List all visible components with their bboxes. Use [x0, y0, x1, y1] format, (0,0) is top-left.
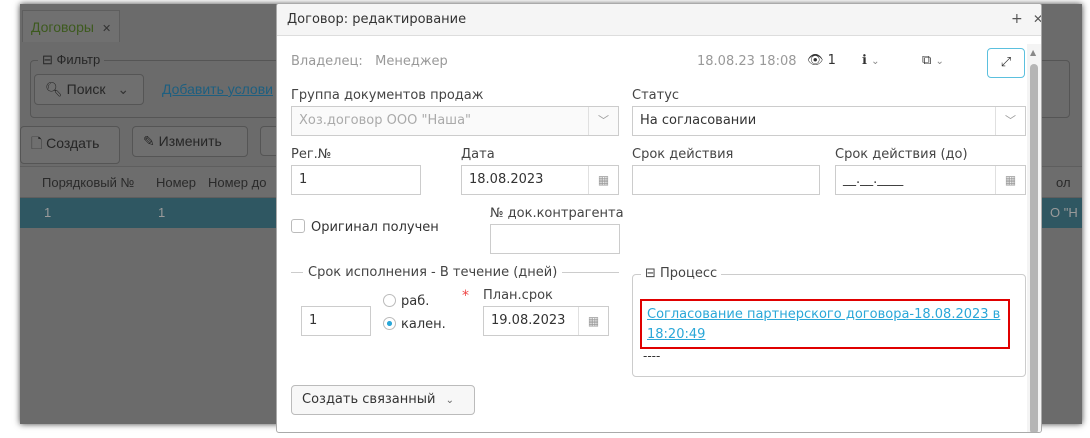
chevron-down-icon[interactable]: ﹀ [995, 107, 1025, 135]
add-condition-link[interactable]: Добавить услови [162, 81, 273, 97]
cell: 1 [158, 205, 166, 220]
copy-menu[interactable]: ⧉ ⌄ [922, 53, 944, 68]
sales-group-select[interactable]: Хоз.договор ООО "Наша" ﹀ [291, 106, 619, 136]
tab-label: Договоры [31, 19, 94, 35]
views-count: 1 [827, 53, 836, 68]
chevron-down-icon[interactable]: ﹀ [588, 107, 618, 135]
process-label: Процесс [660, 266, 718, 281]
date-input[interactable]: 18.08.2023 ▦ [461, 165, 619, 195]
search-button[interactable]: 🔍︎ Поиск ⌄ [34, 74, 144, 105]
scroll-up-icon[interactable]: ▲ [1030, 48, 1036, 57]
timestamp: 18.08.23 18:08 [697, 54, 797, 69]
original-checkbox[interactable]: Оригинал получен [291, 219, 439, 235]
process-extra: ---- [643, 349, 661, 363]
checkbox-box[interactable] [291, 219, 305, 233]
calendar-icon[interactable]: ▦ [588, 166, 618, 194]
required-mark: * [462, 288, 469, 304]
original-label: Оригинал получен [311, 220, 439, 235]
close-icon[interactable]: ✕ [1033, 12, 1041, 26]
tab-contracts[interactable]: Договоры ✕ [22, 10, 120, 42]
owner-value: Менеджер [375, 54, 448, 69]
radio-work-label: раб. [401, 294, 430, 309]
file-icon: 🗋 [31, 135, 43, 151]
radio-circle[interactable] [383, 294, 396, 307]
expand-button[interactable]: ⤢ [987, 48, 1025, 78]
pencil-icon: ✎ [143, 133, 155, 149]
status-label: Статус [632, 88, 680, 103]
filter-label: Фильтр [56, 52, 101, 67]
edit-label: Изменить [158, 133, 222, 149]
plan-label: План.срок [483, 288, 553, 303]
validity-label: Срок действия [632, 147, 734, 162]
scrollbar-thumb[interactable] [1030, 64, 1038, 432]
scrollbar[interactable]: ▲ [1027, 44, 1041, 432]
sales-group-label: Группа документов продаж [291, 88, 484, 103]
owner-label: Владелец: [291, 54, 363, 69]
validity-to-label: Срок действия (до) [835, 147, 968, 162]
dialog-title: Договор: редактирование [287, 12, 467, 27]
counterparty-doc-input[interactable] [490, 224, 620, 254]
validity-to-input[interactable]: __.__.____ ▦ [835, 165, 1026, 195]
process-link[interactable]: Согласование партнерского договора-18.08… [647, 307, 1000, 342]
plus-icon[interactable]: + [1011, 11, 1023, 27]
contract-edit-dialog: Договор: редактирование + ✕ Владелец: Ме… [276, 3, 1042, 433]
cell: 1 [44, 205, 52, 220]
info-icon: ℹ [862, 53, 867, 68]
chevron-down-icon: ⌄ [871, 56, 880, 67]
process-legend[interactable]: ⊟ Процесс [641, 266, 722, 281]
validity-to-value: __.__.____ [843, 172, 904, 187]
info-menu[interactable]: ℹ ⌄ [862, 53, 879, 68]
filter-legend[interactable]: ⊟ Фильтр [38, 52, 105, 68]
copy-icon: ⧉ [922, 53, 932, 68]
radio-work[interactable]: раб. [383, 294, 429, 309]
create-related-label: Создать связанный [302, 392, 436, 407]
sales-group-value: Хоз.договор ООО "Наша" [299, 113, 472, 128]
date-label: Дата [461, 147, 495, 162]
column-header[interactable]: Номер до [208, 175, 266, 190]
reg-label: Рег.№ [291, 147, 332, 162]
process-highlight: Согласование партнерского договора-18.08… [640, 299, 1010, 349]
calendar-icon[interactable]: ▦ [995, 166, 1025, 194]
column-header[interactable]: Номер [156, 175, 196, 190]
expand-icon: ⤢ [1000, 55, 1012, 70]
radio-circle-selected[interactable] [383, 317, 396, 330]
search-label: Поиск [66, 81, 106, 97]
search-icon: 🔍︎ [45, 81, 63, 97]
eye-icon: 👁︎ [807, 53, 824, 68]
radio-calendar[interactable]: кален. [383, 317, 446, 332]
column-header[interactable]: ол [1056, 175, 1071, 190]
column-header[interactable]: Порядковый № [42, 175, 134, 190]
chevron-down-icon[interactable]: ⌄ [117, 81, 129, 97]
term-days-input[interactable]: 1 [301, 306, 371, 336]
validity-input[interactable] [632, 165, 820, 195]
create-related-button[interactable]: Создать связанный ⌄ [291, 385, 475, 415]
cell: О "Н [1050, 205, 1078, 220]
owner: Владелец: Менеджер [291, 54, 448, 69]
plan-date-value: 19.08.2023 [491, 313, 566, 328]
create-button[interactable]: 🗋 Создать [20, 126, 120, 164]
create-label: Создать [46, 135, 100, 151]
status-value: На согласовании [640, 113, 757, 128]
radio-calendar-label: кален. [401, 317, 446, 332]
views-counter: 👁︎ 1 [807, 53, 836, 68]
edit-button[interactable]: ✎ Изменить [132, 126, 248, 157]
status-select[interactable]: На согласовании ﹀ [632, 106, 1026, 136]
reg-input[interactable]: 1 [291, 165, 421, 195]
plan-date-input[interactable]: 19.08.2023 ▦ [483, 306, 609, 336]
chevron-down-icon: ⌄ [935, 56, 944, 67]
dialog-header: Договор: редактирование + ✕ [277, 4, 1041, 36]
date-value: 18.08.2023 [469, 172, 544, 187]
chevron-down-icon: ⌄ [445, 395, 455, 406]
term-legend: Срок исполнения - В течение (дней) [303, 265, 563, 280]
close-icon[interactable]: ✕ [102, 23, 111, 35]
counterparty-doc-label: № док.контрагента [490, 206, 624, 221]
calendar-icon[interactable]: ▦ [578, 307, 608, 335]
